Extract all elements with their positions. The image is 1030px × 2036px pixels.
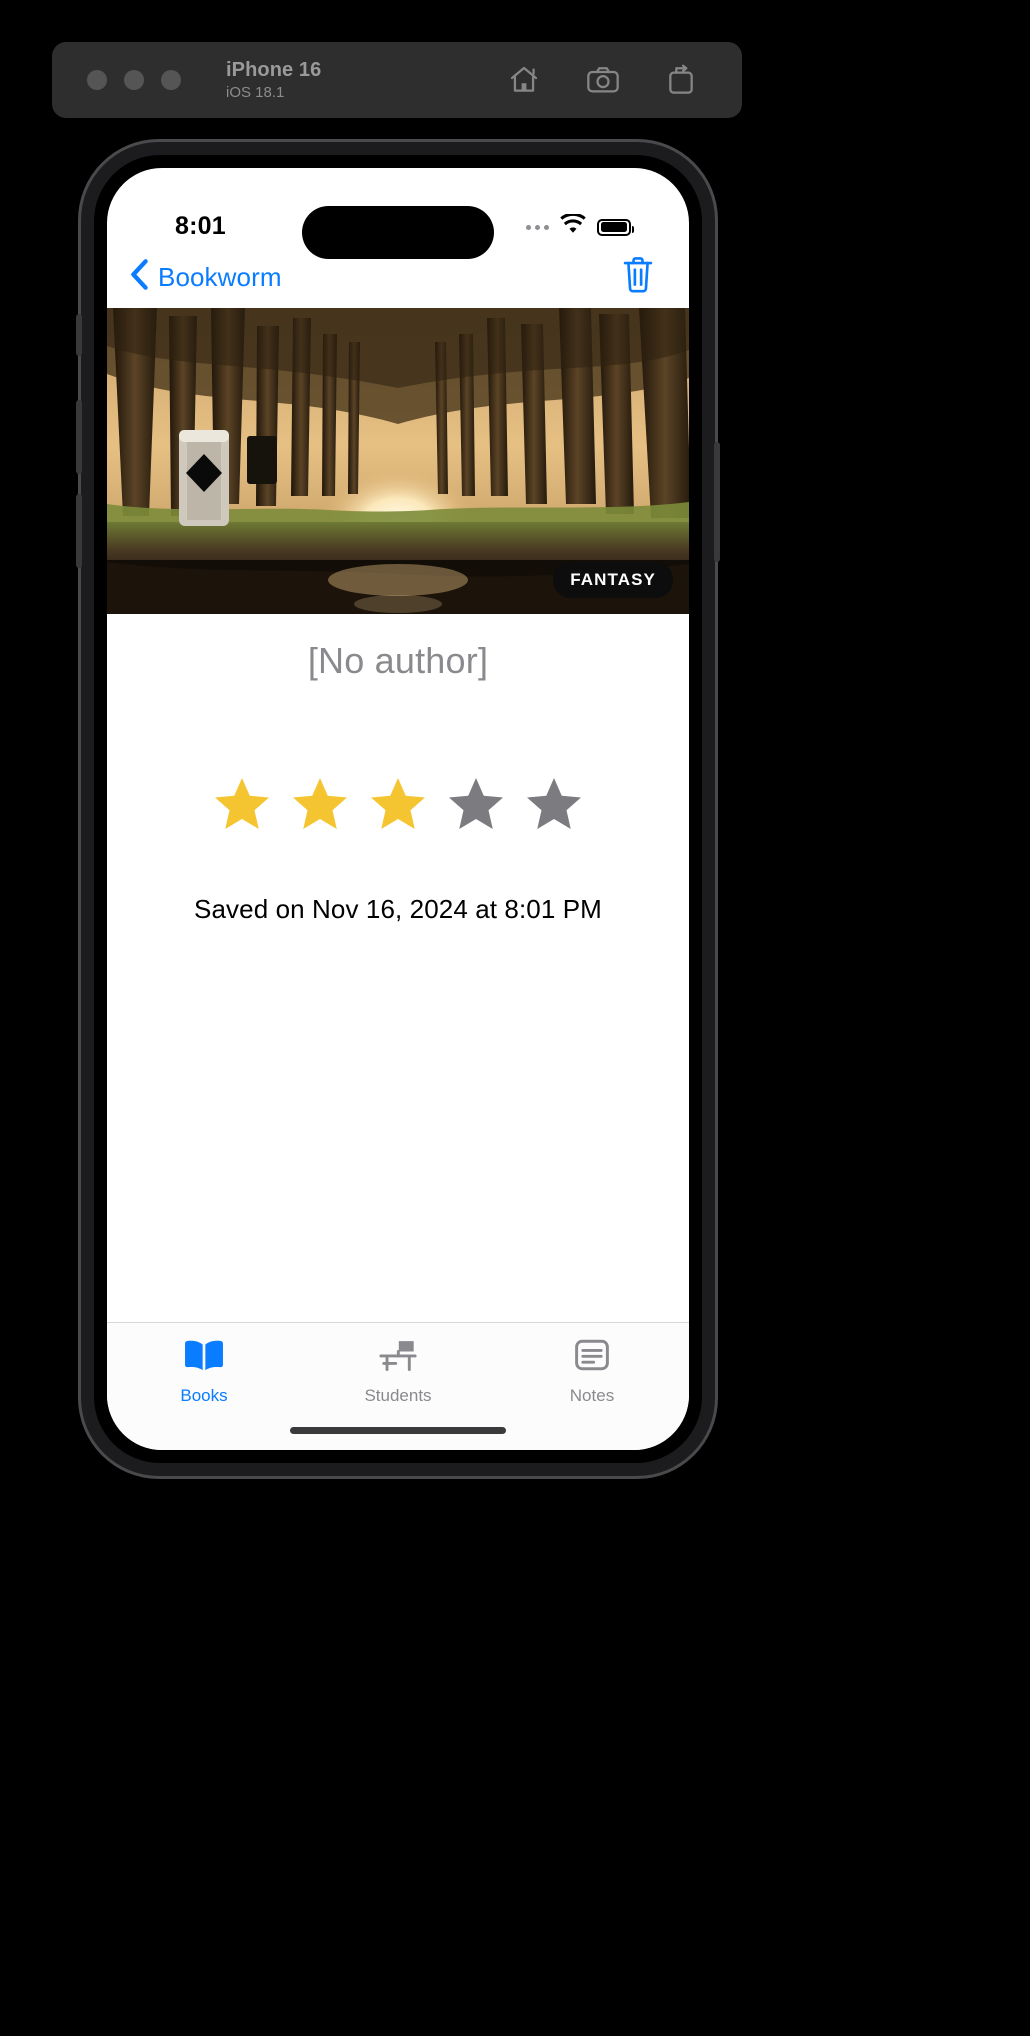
tab-students-label: Students bbox=[364, 1386, 432, 1405]
tab-notes-label: Notes bbox=[569, 1386, 615, 1405]
zoom-button[interactable] bbox=[161, 70, 181, 90]
device-os-version: iOS 18.1 bbox=[226, 83, 285, 101]
rating-star-3[interactable] bbox=[368, 774, 428, 834]
rating-star-1[interactable] bbox=[212, 774, 272, 834]
genre-badge: FANTASY bbox=[553, 562, 673, 598]
book-cover: FANTASY bbox=[107, 308, 689, 614]
power-button[interactable] bbox=[714, 442, 720, 562]
rotate-icon[interactable] bbox=[665, 64, 697, 96]
book-detail: [No author] Saved on Nov 16, 2024 at 8:0… bbox=[107, 614, 689, 925]
simulator-toolbar: iPhone 16 iOS 18.1 bbox=[52, 42, 742, 118]
phone-screen: 8:01 Bookworm FANTASY [No author] Saved … bbox=[107, 168, 689, 1450]
silent-switch[interactable] bbox=[76, 314, 82, 356]
trash-icon bbox=[621, 256, 655, 298]
chevron-left-icon bbox=[129, 258, 149, 296]
back-button[interactable]: Bookworm bbox=[129, 258, 282, 296]
back-button-label: Bookworm bbox=[158, 261, 282, 292]
simulator-actions bbox=[507, 64, 697, 96]
status-bar-indicators bbox=[526, 212, 634, 240]
status-bar: 8:01 bbox=[107, 168, 689, 259]
tab-bar: Books Students Notes bbox=[107, 1322, 689, 1450]
status-bar-time: 8:01 bbox=[175, 212, 226, 240]
book-open-icon bbox=[182, 1337, 226, 1378]
device-info: iPhone 16 iOS 18.1 bbox=[226, 59, 321, 101]
tab-notes[interactable]: Notes bbox=[495, 1337, 689, 1450]
minimize-button[interactable] bbox=[124, 70, 144, 90]
rating-star-5[interactable] bbox=[524, 774, 584, 834]
desk-chair-icon bbox=[377, 1337, 419, 1378]
rating-star-4[interactable] bbox=[446, 774, 506, 834]
device-name: iPhone 16 bbox=[226, 58, 322, 81]
home-icon[interactable] bbox=[507, 64, 541, 96]
volume-up-button[interactable] bbox=[76, 400, 82, 474]
screenshot-icon[interactable] bbox=[585, 64, 621, 96]
note-lines-icon bbox=[572, 1337, 612, 1378]
close-button[interactable] bbox=[87, 70, 107, 90]
phone-bezel: 8:01 Bookworm FANTASY [No author] Saved … bbox=[94, 155, 702, 1463]
window-controls[interactable] bbox=[87, 70, 181, 90]
rating-star-2[interactable] bbox=[290, 774, 350, 834]
delete-book-button[interactable] bbox=[621, 256, 655, 299]
cellular-signal-icon bbox=[526, 224, 549, 230]
home-indicator[interactable] bbox=[290, 1427, 506, 1434]
battery-icon bbox=[597, 218, 634, 236]
volume-down-button[interactable] bbox=[76, 494, 82, 568]
tab-books-label: Books bbox=[180, 1386, 228, 1405]
tab-books[interactable]: Books bbox=[107, 1337, 301, 1450]
book-author: [No author] bbox=[307, 640, 489, 681]
rating-stars[interactable] bbox=[107, 774, 689, 834]
wifi-icon bbox=[559, 212, 587, 240]
iphone-device-frame: 8:01 Bookworm FANTASY [No author] Saved … bbox=[76, 142, 720, 1476]
dynamic-island bbox=[302, 206, 494, 259]
saved-on-text: Saved on Nov 16, 2024 at 8:01 PM bbox=[194, 894, 602, 924]
